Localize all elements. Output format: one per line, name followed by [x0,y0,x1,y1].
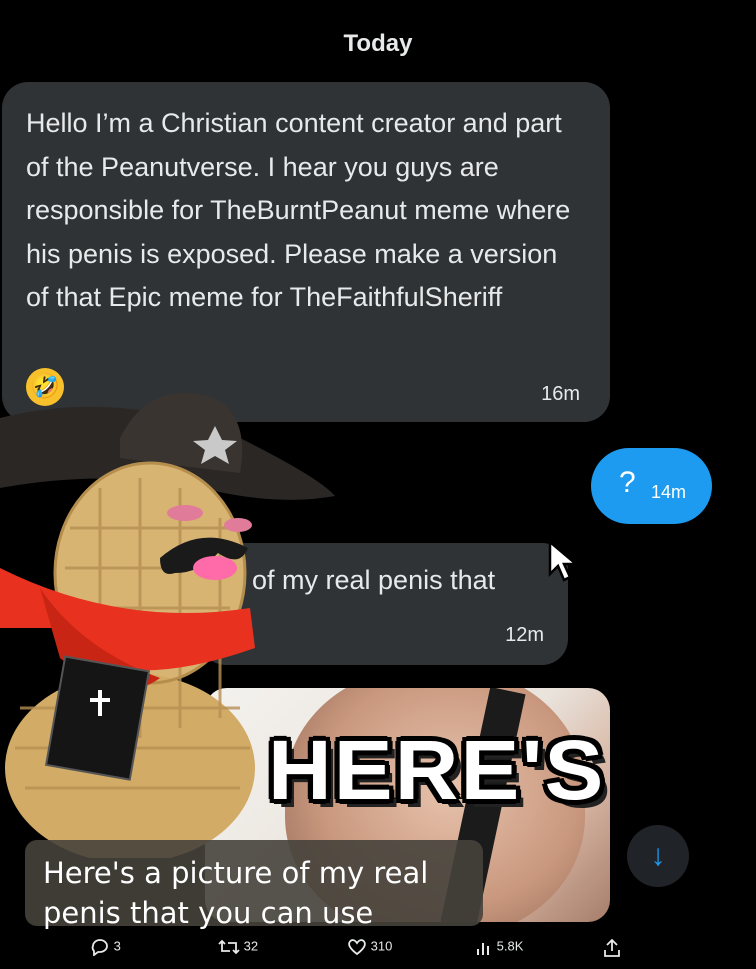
views-button[interactable]: 5.8K [475,938,523,956]
repost-button[interactable]: 32 [218,938,258,956]
peanut-sheriff-character [0,393,335,858]
analytics-icon [477,943,489,955]
scroll-to-bottom-button[interactable]: ↓ [627,825,689,887]
caption-line: Here's a picture of my real [43,856,429,890]
outgoing-message[interactable]: ? 14m [591,448,712,524]
date-header: Today [343,30,413,57]
share-icon [604,938,620,957]
like-button[interactable]: 310 [347,938,392,956]
mouse-cursor-icon [548,540,580,582]
caption-line: penis that you can use [43,896,374,930]
message-time: 14m [651,482,687,502]
reply-count: 3 [113,938,121,954]
post-actions-bar: 3 32 310 5.8K [0,930,756,969]
repost-count: 32 [243,938,259,954]
video-caption: Here's a picture of my real penis that y… [25,840,483,930]
share-button[interactable] [603,938,621,958]
view-count: 5.8K [496,938,524,954]
repost-icon [218,939,240,955]
message-time: 16m [541,383,580,405]
reply-icon [91,939,108,957]
like-count: 310 [370,938,393,954]
reply-button[interactable]: 3 [90,938,121,957]
incoming-message[interactable]: Hello I’m a Christian content creator an… [2,82,610,422]
arrow-down-icon: ↓ [650,839,666,872]
message-text: Hello I’m a Christian content creator an… [26,108,571,312]
message-time: 12m [505,624,544,646]
heart-icon [348,939,366,956]
message-text: ? [619,466,636,499]
